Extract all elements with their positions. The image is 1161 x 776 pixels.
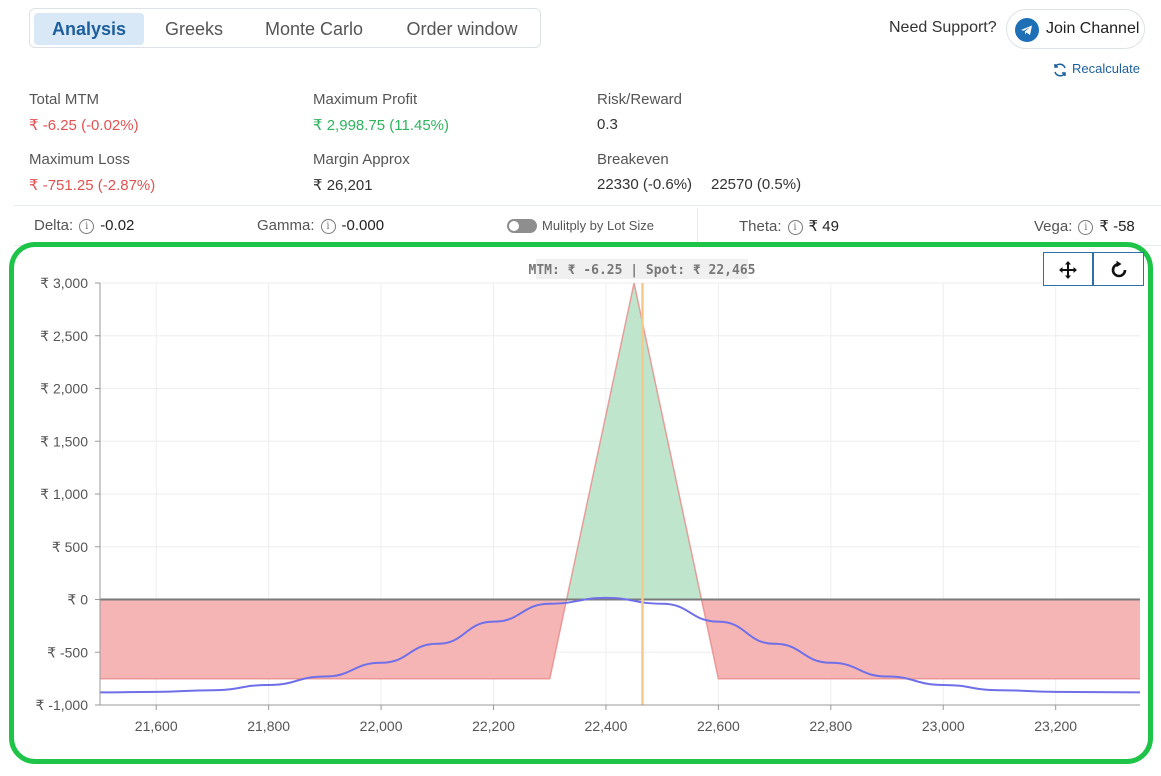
reset-icon [1111, 260, 1126, 277]
reset-zoom-button[interactable] [1093, 252, 1144, 286]
pan-button[interactable] [1043, 252, 1093, 286]
chart-frame [9, 242, 1153, 764]
move-icon [1059, 260, 1077, 279]
